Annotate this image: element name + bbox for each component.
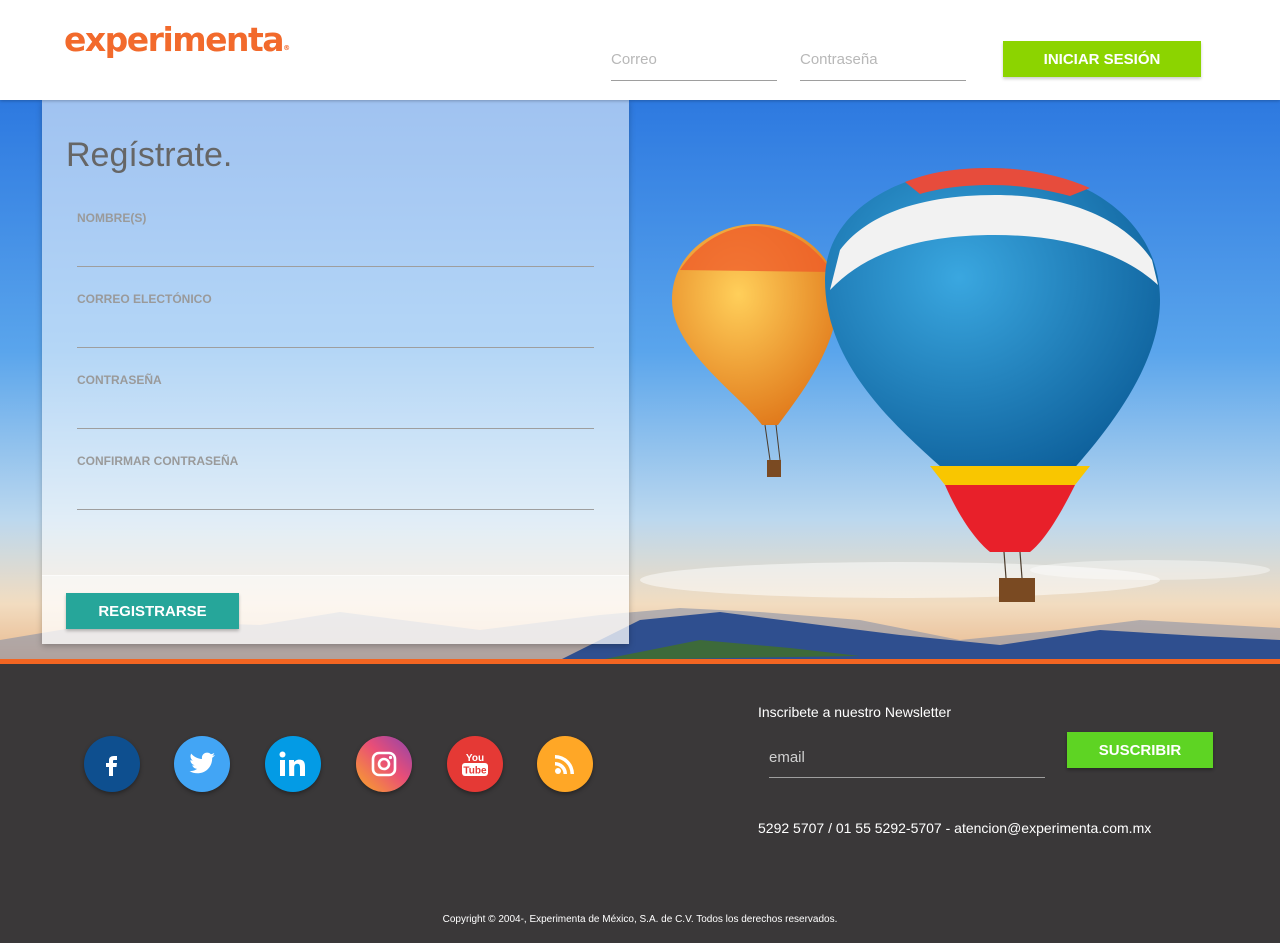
confirm-password-label: CONFIRMAR CONTRASEÑA	[77, 454, 239, 468]
confirm-password-field[interactable]	[77, 480, 594, 510]
youtube-icon: You Tube	[462, 753, 488, 777]
youtube-you-text: You	[466, 753, 484, 764]
email-label: CORREO ELECTÓNICO	[77, 292, 212, 306]
newsletter-email-input[interactable]	[769, 738, 1045, 778]
email-field[interactable]	[77, 318, 594, 348]
name-label: NOMBRE(S)	[77, 211, 147, 225]
rss-icon	[555, 755, 574, 774]
youtube-link[interactable]: You Tube	[447, 736, 503, 792]
register-title: Regístrate.	[66, 136, 233, 174]
logo-registered-mark: ®	[283, 44, 291, 52]
twitter-link[interactable]	[174, 736, 230, 792]
subscribe-button[interactable]: SUSCRIBIR	[1067, 732, 1213, 768]
orange-divider	[0, 659, 1280, 664]
linkedin-icon	[279, 751, 305, 776]
register-card: Regístrate. NOMBRE(S) CORREO ELECTÓNICO …	[42, 100, 629, 644]
facebook-link[interactable]	[84, 736, 140, 792]
site-footer: You Tube Inscribete a nuestro Newsletter…	[0, 664, 1280, 943]
instagram-icon	[371, 751, 397, 777]
rss-link[interactable]	[537, 736, 593, 792]
logo-text: experimenta	[64, 20, 285, 59]
login-button[interactable]: INICIAR SESIÓN	[1003, 41, 1201, 77]
copyright-text: Copyright © 2004-, Experimenta de México…	[442, 914, 838, 925]
newsletter-title: Inscribete a nuestro Newsletter	[758, 704, 951, 720]
register-button[interactable]: REGISTRARSE	[66, 593, 239, 629]
twitter-icon	[189, 752, 215, 774]
register-card-footer: REGISTRARSE	[42, 575, 629, 644]
password-label: CONTRASEÑA	[77, 373, 162, 387]
experimenta-logo[interactable]: experimenta®	[64, 20, 290, 59]
linkedin-link[interactable]	[265, 736, 321, 792]
name-field[interactable]	[77, 237, 594, 267]
password-field[interactable]	[77, 399, 594, 429]
header-password-input[interactable]	[800, 38, 966, 81]
instagram-link[interactable]	[356, 736, 412, 792]
top-header: experimenta® INICIAR SESIÓN	[0, 0, 1280, 100]
youtube-tube-text: Tube	[463, 766, 487, 777]
contact-info: 5292 5707 / 01 55 5292-5707 - atencion@e…	[758, 820, 1152, 836]
header-email-input[interactable]	[611, 38, 777, 81]
facebook-icon	[106, 756, 117, 776]
